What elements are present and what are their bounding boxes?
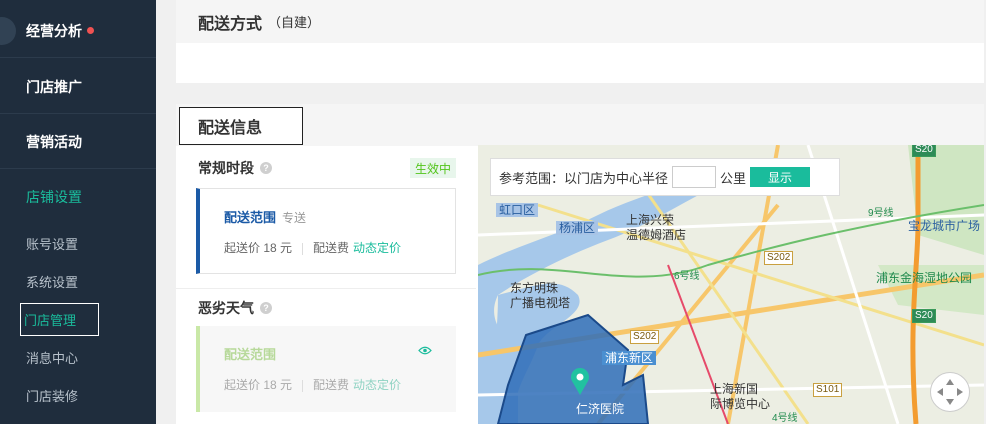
- delivery-range-title: 配送范围 专送: [224, 207, 306, 226]
- map-road-s20-a: S20: [912, 145, 936, 157]
- bad-weather-title: 恶劣天气 ?: [198, 298, 272, 318]
- map-label-wetland: 浦东金海湿地公园: [876, 271, 973, 285]
- delivery-method-card: 配送方式 （自建）: [176, 0, 984, 83]
- map-label-hospital: 仁济医院: [576, 402, 625, 416]
- delivery-fee-label: 配送费: [313, 241, 350, 255]
- compass-icon: [937, 379, 963, 405]
- map-label-pearl-line1: 东方明珠: [510, 281, 559, 295]
- help-icon[interactable]: ?: [260, 162, 272, 174]
- bad-weather-label: 恶劣天气: [198, 300, 254, 316]
- delivery-range-title: 配送范围: [224, 344, 276, 363]
- sidebar-subitem-label: 消息中心: [26, 350, 79, 366]
- sidebar-item-label: 营销活动: [26, 133, 82, 150]
- show-button[interactable]: 显示: [750, 167, 811, 187]
- dynamic-pricing-link[interactable]: 动态定价: [353, 378, 401, 392]
- help-icon[interactable]: ?: [260, 302, 272, 314]
- sidebar-section-shop-settings[interactable]: 店铺设置: [0, 170, 156, 224]
- avatar: [0, 17, 16, 45]
- sidebar-item-marketing[interactable]: 营销活动: [0, 115, 156, 169]
- map-label-line6: 6号线: [674, 271, 700, 282]
- map-label-line9: 9号线: [868, 208, 894, 219]
- sidebar-subitem-label: 系统设置: [26, 274, 79, 290]
- dynamic-pricing-link[interactable]: 动态定价: [353, 241, 401, 255]
- delivery-method-header: 配送方式 （自建）: [176, 0, 984, 43]
- divider: [302, 379, 304, 392]
- section-divider: [176, 288, 476, 289]
- sidebar-subitem-account[interactable]: 账号设置: [0, 224, 156, 262]
- delivery-range-label: 配送范围: [224, 347, 277, 362]
- radius-unit: 公里: [720, 170, 747, 186]
- sidebar-section-label: 店铺设置: [26, 189, 82, 205]
- map-road-s101: S101: [813, 383, 843, 397]
- reference-range-label: 参考范围：以门店为中心半径: [499, 170, 669, 186]
- delivery-method-subtitle: （自建）: [268, 15, 321, 30]
- sidebar-item-business-analysis[interactable]: 经营分析: [0, 4, 156, 58]
- map-road-s202-a: S202: [764, 251, 794, 265]
- map-label-hongkou: 虹口区: [496, 203, 539, 217]
- map-label-pudong: 浦东新区: [602, 351, 657, 365]
- map-label-expo-line2: 际博览中心: [710, 397, 771, 411]
- sidebar-subitem-store-management[interactable]: 门店管理: [0, 300, 156, 338]
- map-label-hotel-line1: 上海兴荣: [626, 213, 675, 227]
- divider: [302, 242, 304, 255]
- bad-weather-delivery-card[interactable]: 配送范围 起送价 18 元 配送费 动态定价: [196, 326, 456, 412]
- map-label-pearl-line2: 广播电视塔: [510, 296, 571, 310]
- map-label-yangpu: 杨浦区: [556, 221, 599, 235]
- sidebar: 经营分析 门店推广 营销活动 店铺设置 账号设置 系统设置 门店管理 消息中心 …: [0, 0, 156, 424]
- regular-period-label: 常规时段: [198, 160, 254, 176]
- sidebar-subitem-label: 账号设置: [26, 236, 79, 252]
- sidebar-subitem-label: 门店管理: [20, 302, 100, 336]
- map-label-hotel-line2: 温德姆酒店: [626, 228, 687, 242]
- radius-input[interactable]: [672, 166, 717, 188]
- delivery-fee-label: 配送费: [313, 378, 350, 392]
- delivery-method-title: 配送方式: [198, 15, 263, 33]
- delivery-range-label: 配送范围: [224, 210, 277, 225]
- map-road-s20-b: S20: [912, 309, 936, 323]
- sidebar-subitem-system[interactable]: 系统设置: [0, 262, 156, 300]
- min-price: 起送价 18 元: [224, 378, 293, 392]
- delivery-price-row: 起送价 18 元 配送费 动态定价: [224, 239, 401, 256]
- delivery-info-title: 配送信息: [179, 107, 303, 145]
- sidebar-subitem-decoration[interactable]: 门店装修: [0, 376, 156, 414]
- eye-icon[interactable]: [418, 346, 432, 355]
- notification-dot: [87, 27, 94, 34]
- delivery-price-row: 起送价 18 元 配送费 动态定价: [224, 376, 401, 393]
- delivery-type-tag: 专送: [282, 211, 307, 225]
- sidebar-item-label: 经营分析: [26, 22, 82, 39]
- sidebar-item-label: 门店推广: [26, 78, 82, 95]
- sidebar-item-store-promotion[interactable]: 门店推广: [0, 60, 156, 114]
- regular-period-title: 常规时段 ?: [198, 158, 272, 178]
- status-badge: 生效中: [410, 158, 456, 178]
- map-navigation-control[interactable]: [930, 372, 970, 412]
- sidebar-subitem-label: 门店装修: [26, 388, 79, 404]
- min-price: 起送价 18 元: [224, 241, 293, 255]
- map-road-s202-b: S202: [630, 330, 660, 344]
- regular-delivery-card[interactable]: 配送范围 专送 起送价 18 元 配送费 动态定价: [196, 188, 456, 274]
- reference-range-panel: 参考范围：以门店为中心半径 公里 显示: [490, 158, 840, 196]
- delivery-map[interactable]: 虹口区 杨浦区 上海兴荣 温德姆酒店 东方明珠 广播电视塔 浦东新区 仁济医院 …: [478, 145, 984, 424]
- delivery-info-header: 配送信息: [176, 104, 984, 146]
- map-label-expo-line1: 上海新国: [710, 382, 759, 396]
- map-label-baolong: 宝龙城市广场: [908, 219, 981, 233]
- map-label-line4: 4号线: [772, 413, 798, 424]
- sidebar-subitem-messages[interactable]: 消息中心: [0, 338, 156, 376]
